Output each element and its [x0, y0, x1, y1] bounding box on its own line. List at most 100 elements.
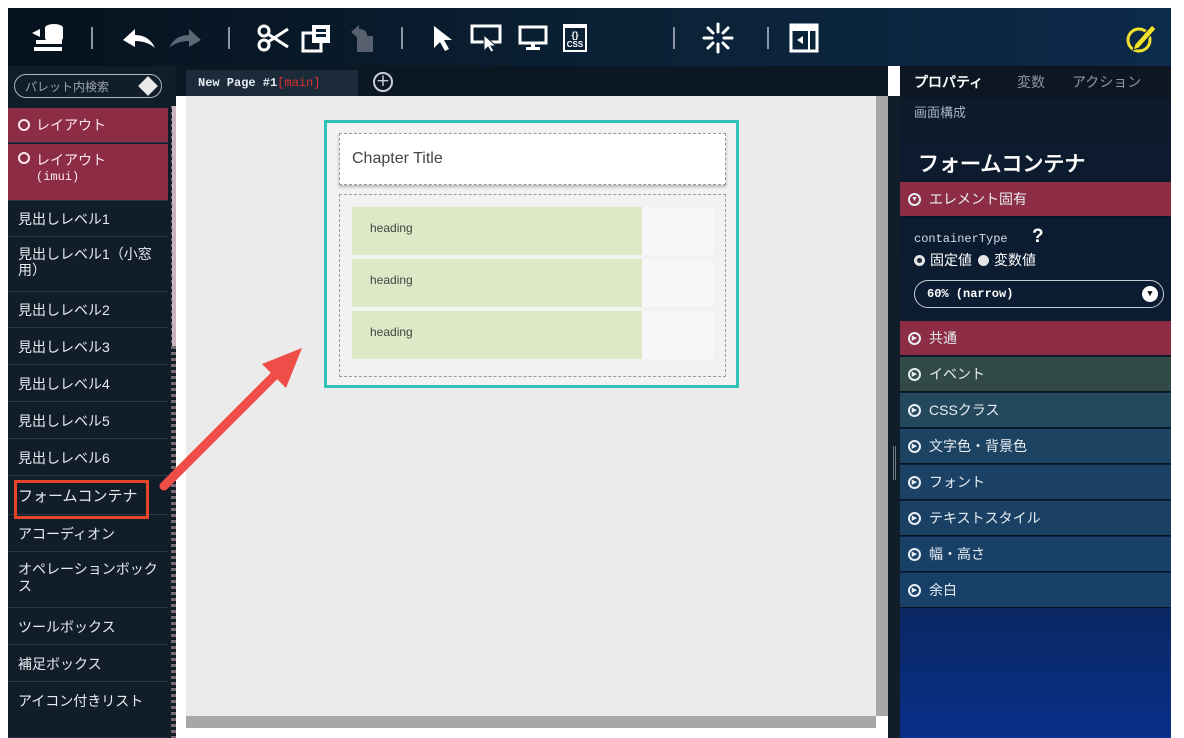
section-label: 余白 [929, 582, 957, 598]
palette-item-label: ツールボックス [18, 618, 116, 635]
palette-item-icon-list[interactable]: アイコン付きリスト [8, 683, 168, 738]
palette-item-heading-level-4[interactable]: 見出しレベル4 [8, 366, 168, 402]
canvas-horizontal-scrollbar[interactable] [186, 716, 876, 728]
heading-row[interactable]: heading [352, 207, 714, 255]
redo-icon[interactable] [166, 18, 204, 58]
chevron-right-icon: ▶ [908, 511, 921, 525]
chevron-down-icon [18, 152, 30, 164]
help-icon[interactable]: ? [1032, 226, 1044, 248]
annotation-arrow-icon [159, 348, 302, 491]
chevron-down-icon [18, 119, 30, 131]
palette-item-operation-box[interactable]: オペレーションボックス [8, 553, 168, 608]
palette-item-toolbox[interactable]: ツールボックス [8, 609, 168, 645]
section-text-style[interactable]: ▶ テキストスタイル [900, 501, 1171, 536]
palette-search-input[interactable]: パレット内検索 [14, 74, 162, 98]
css-icon[interactable]: {} CSS [556, 18, 594, 58]
form-container-element[interactable]: Chapter Title heading heading heading [324, 120, 739, 388]
container-type-value: 60% (narrow) [927, 287, 1014, 301]
section-label: イベント [929, 366, 985, 382]
radio-variable[interactable] [978, 254, 989, 266]
chevron-right-icon: ▶ [908, 403, 921, 417]
chevron-right-icon: ▶ [908, 583, 921, 597]
section-label: フォント [929, 474, 985, 490]
scrollbar-corner [876, 716, 888, 728]
palette-item-label: 見出しレベル2 [18, 302, 110, 318]
section-label: テキストスタイル [929, 510, 1041, 526]
palette-item-label: 見出しレベル5 [18, 412, 110, 429]
palette-item-label: レイアウト [36, 152, 106, 168]
chapter-title-element[interactable]: Chapter Title [339, 133, 726, 185]
heading-cell[interactable]: heading [352, 259, 642, 307]
panel-icon[interactable] [785, 18, 823, 58]
container-type-select[interactable]: 60% (narrow) ▼ [914, 280, 1164, 308]
section-element-specific[interactable]: ▼ エレメント固有 [900, 182, 1171, 217]
chevron-right-icon: ▶ [908, 475, 921, 489]
palette-item-label: 見出しレベル4 [18, 375, 110, 392]
properties-title: フォームコンテナ [918, 153, 1086, 176]
chevron-down-icon: ▼ [1142, 286, 1158, 302]
screen-structure-link[interactable]: 画面構成 [914, 102, 966, 121]
clear-icon[interactable] [138, 76, 158, 96]
properties-panel: プロパティ 変数 アクション 画面構成 フォームコンテナ ▼ エレメント固有 c… [900, 66, 1171, 738]
section-margin[interactable]: ▶ 余白 [900, 573, 1171, 608]
tab-new-page-1[interactable]: New Page #1 [main] [186, 70, 358, 96]
toolbar: {} CSS [8, 8, 1171, 66]
heading-row[interactable]: heading [352, 259, 714, 307]
tab-properties[interactable]: プロパティ [914, 66, 983, 98]
edit-icon[interactable] [1123, 18, 1159, 58]
palette-item-supplement-box[interactable]: 補足ボックス [8, 646, 168, 682]
section-label: CSSクラス [929, 402, 1000, 418]
section-event[interactable]: ▶ イベント [900, 357, 1171, 392]
chevron-right-icon: ▶ [908, 439, 921, 453]
copy-icon[interactable] [298, 18, 336, 58]
css-icon-braces: {} [571, 30, 579, 40]
section-common[interactable]: ▶ 共通 [900, 321, 1171, 356]
section-label: 幅・高さ [929, 546, 985, 562]
tab-actions[interactable]: アクション [1072, 66, 1141, 98]
section-font[interactable]: ▶ フォント [900, 465, 1171, 500]
headings-container[interactable]: heading heading heading [339, 194, 726, 377]
palette-item-label: 見出しレベル6 [18, 449, 110, 466]
stack-icon[interactable] [30, 18, 68, 58]
palette-item-label: 補足ボックス [18, 655, 102, 672]
palette-item-heading-level-5[interactable]: 見出しレベル5 [8, 403, 168, 439]
panel-splitter[interactable] [888, 96, 900, 738]
heading-cell[interactable]: heading [352, 311, 642, 359]
css-icon-label: CSS [567, 40, 584, 49]
palette-item-label: オペレーションボックス [18, 561, 158, 594]
palette-item-heading-level-1-small[interactable]: 見出しレベル1（小窓用） [8, 238, 168, 292]
heading-cell[interactable]: heading [352, 207, 642, 255]
canvas-vertical-scrollbar[interactable] [876, 96, 888, 716]
add-tab-icon[interactable]: + [373, 72, 393, 92]
select-icon[interactable] [466, 18, 506, 58]
palette-item-heading-level-1[interactable]: 見出しレベル1 [8, 202, 168, 237]
heading-row[interactable]: heading [352, 311, 714, 359]
loading-icon[interactable] [698, 18, 738, 58]
section-text-background-color[interactable]: ▶ 文字色・背景色 [900, 429, 1171, 464]
scissors-icon[interactable] [254, 18, 292, 58]
palette-category-layout-imui[interactable]: レイアウト (imui) [8, 144, 168, 201]
chapter-title-text: Chapter Title [352, 150, 443, 167]
palette-item-label: アコーディオン [18, 525, 116, 542]
palette-item-label: 見出しレベル3 [18, 338, 110, 355]
splitter-grip-icon[interactable] [893, 446, 896, 480]
section-width-height[interactable]: ▶ 幅・高さ [900, 537, 1171, 572]
chevron-right-icon: ▶ [908, 547, 921, 561]
annotation-highlight-box [14, 480, 149, 519]
preview-icon[interactable] [513, 18, 553, 58]
palette-item-heading-level-6[interactable]: 見出しレベル6 [8, 440, 168, 476]
undo-icon[interactable] [120, 18, 158, 58]
palette-item-accordion[interactable]: アコーディオン [8, 516, 168, 552]
palette-item-heading-level-3[interactable]: 見出しレベル3 [8, 329, 168, 365]
radio-fixed[interactable] [914, 254, 925, 266]
paste-icon[interactable] [342, 18, 380, 58]
tab-variables[interactable]: 変数 [1017, 66, 1045, 98]
container-type-mode-radios: 固定値 変数値 [914, 250, 1036, 270]
pointer-icon[interactable] [423, 18, 461, 58]
palette-item-heading-level-2[interactable]: 見出しレベル2 [8, 293, 168, 328]
section-css-class[interactable]: ▶ CSSクラス [900, 393, 1171, 428]
radio-fixed-label: 固定値 [930, 252, 972, 268]
palette-category-layout[interactable]: レイアウト [8, 108, 168, 143]
radio-variable-label: 変数値 [994, 252, 1036, 268]
palette-scrollbar-thumb[interactable] [172, 106, 176, 346]
